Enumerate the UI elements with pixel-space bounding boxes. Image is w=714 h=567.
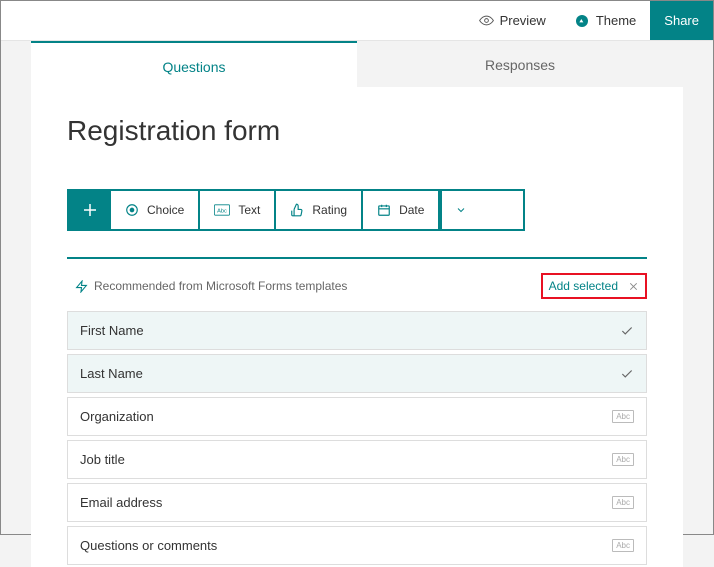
- type-more-button[interactable]: [440, 191, 480, 229]
- eye-icon: [479, 13, 494, 28]
- form-title[interactable]: Registration form: [67, 115, 647, 147]
- check-icon: [620, 324, 634, 338]
- add-selected-button[interactable]: Add selected: [549, 279, 618, 293]
- calendar-icon: [377, 203, 391, 217]
- preview-label: Preview: [500, 13, 546, 28]
- recommended-item-first-name[interactable]: First Name: [67, 311, 647, 350]
- recommended-item-label: Last Name: [80, 366, 143, 381]
- type-choice-button[interactable]: Choice: [111, 191, 200, 229]
- type-rating-label: Rating: [312, 203, 347, 217]
- type-text-button[interactable]: Abc Text: [200, 191, 276, 229]
- recommended-item-job-title[interactable]: Job title Abc: [67, 440, 647, 479]
- recommended-panel: Recommended from Microsoft Forms templat…: [67, 257, 647, 565]
- question-type-bar: Choice Abc Text Rating Date: [67, 189, 525, 231]
- text-type-icon: Abc: [612, 410, 634, 423]
- theme-button[interactable]: Theme: [560, 1, 650, 40]
- recommended-header-text: Recommended from Microsoft Forms templat…: [94, 279, 347, 293]
- text-icon: Abc: [214, 204, 230, 216]
- tab-responses[interactable]: Responses: [357, 41, 683, 87]
- thumbs-up-icon: [290, 203, 304, 217]
- recommended-item-label: Organization: [80, 409, 154, 424]
- theme-label: Theme: [596, 13, 636, 28]
- recommended-item-last-name[interactable]: Last Name: [67, 354, 647, 393]
- recommended-actions: Add selected: [541, 273, 647, 299]
- type-date-button[interactable]: Date: [363, 191, 440, 229]
- recommended-item-comments[interactable]: Questions or comments Abc: [67, 526, 647, 565]
- type-choice-label: Choice: [147, 203, 184, 217]
- theme-icon: [574, 13, 590, 29]
- recommended-header: Recommended from Microsoft Forms templat…: [67, 273, 647, 299]
- form-canvas: Registration form Choice Abc Text Rating: [31, 87, 683, 567]
- plus-icon: [81, 201, 99, 219]
- chevron-down-icon: [455, 204, 467, 216]
- close-recommended-button[interactable]: [628, 281, 639, 292]
- recommended-item-label: Questions or comments: [80, 538, 217, 553]
- recommended-item-label: Email address: [80, 495, 162, 510]
- recommended-item-label: Job title: [80, 452, 125, 467]
- tab-questions[interactable]: Questions: [31, 41, 357, 87]
- bolt-icon: [75, 280, 88, 293]
- tab-row: Questions Responses: [31, 41, 683, 87]
- svg-text:Abc: Abc: [218, 208, 228, 214]
- share-button[interactable]: Share: [650, 1, 713, 40]
- recommended-item-organization[interactable]: Organization Abc: [67, 397, 647, 436]
- top-toolbar: Preview Theme Share: [1, 1, 713, 41]
- type-text-label: Text: [238, 203, 260, 217]
- text-type-icon: Abc: [612, 496, 634, 509]
- share-label: Share: [664, 13, 699, 28]
- close-icon: [628, 281, 639, 292]
- radio-icon: [125, 203, 139, 217]
- preview-button[interactable]: Preview: [465, 1, 560, 40]
- recommended-item-label: First Name: [80, 323, 144, 338]
- add-question-button[interactable]: [69, 191, 111, 229]
- text-type-icon: Abc: [612, 453, 634, 466]
- recommended-item-email[interactable]: Email address Abc: [67, 483, 647, 522]
- type-rating-button[interactable]: Rating: [276, 191, 363, 229]
- type-date-label: Date: [399, 203, 424, 217]
- check-icon: [620, 367, 634, 381]
- text-type-icon: Abc: [612, 539, 634, 552]
